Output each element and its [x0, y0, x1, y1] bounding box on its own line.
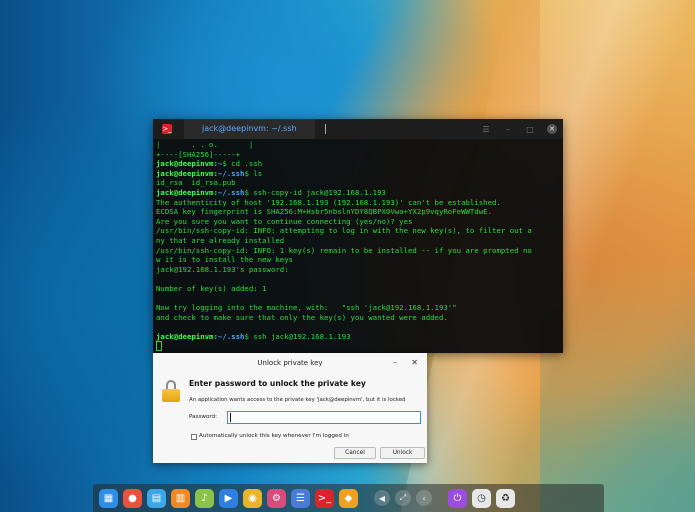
- lock-icon: [162, 380, 180, 402]
- dialog-title-text: Unlock private key: [257, 359, 323, 367]
- prompt-command: $ cd .ssh: [222, 159, 263, 169]
- prompt-path: ~/.ssh: [217, 168, 245, 178]
- prompt-user: jack@deepinvm:: [156, 159, 218, 169]
- terminal-line: jack@deepinvm:~/.ssh$ ls: [156, 169, 560, 179]
- minimize-icon[interactable]: –: [503, 125, 513, 134]
- unlock-key-dialog[interactable]: Unlock private key – ✕ Enter password to…: [153, 353, 427, 463]
- launcher-icon[interactable]: ▦: [99, 488, 118, 508]
- trash-icon[interactable]: ♻: [496, 488, 515, 508]
- security-icon[interactable]: ◆: [339, 488, 358, 508]
- dialog-description: An application wants access to the priva…: [189, 397, 406, 403]
- dialog-close-icon[interactable]: ✕: [411, 353, 418, 373]
- video-player-icon[interactable]: ▶: [219, 488, 238, 508]
- auto-unlock-label[interactable]: Automatically unlock this key whenever I…: [199, 433, 349, 439]
- clock-icon[interactable]: ◷: [472, 488, 491, 508]
- terminal-line: The authenticity of host '192.168.1.193 …: [156, 197, 501, 207]
- unlock-button[interactable]: Unlock: [380, 447, 425, 459]
- text-caret: [230, 413, 231, 422]
- terminal-tab[interactable]: jack@deepinvm: ~/.ssh: [184, 119, 315, 139]
- power-icon[interactable]: ⏻: [448, 488, 467, 508]
- terminal-line: ECDSA key fingerprint is SHA256:M+Hsbr5n…: [156, 207, 493, 217]
- prompt-user: jack@deepinvm:: [156, 187, 218, 197]
- terminal-line: +----[SHA256]-----+: [156, 149, 241, 159]
- prompt-path: ~/.ssh: [217, 187, 245, 197]
- tab-separator: [324, 124, 326, 134]
- terminal-cursor: [156, 341, 162, 352]
- dialog-heading: Enter password to unlock the private key: [189, 379, 366, 388]
- dialog-title: Unlock private key – ✕: [153, 353, 427, 373]
- screen-recorder-icon[interactable]: ●: [123, 488, 142, 508]
- file-manager-icon[interactable]: ▥: [171, 488, 190, 508]
- maximize-icon[interactable]: □: [525, 125, 535, 134]
- prompt-command: $ ls: [244, 168, 263, 178]
- prompt-path: ~/.ssh: [217, 331, 245, 341]
- settings-icon[interactable]: ⚙: [267, 488, 286, 508]
- music-icon[interactable]: ♪: [195, 488, 214, 508]
- terminal-line: id_rsa id_rsa.pub: [156, 178, 236, 188]
- terminal-cursor-line: [156, 341, 560, 352]
- terminal-line: ny that are already installed: [156, 235, 285, 245]
- network-icon[interactable]: ⤢: [395, 490, 411, 506]
- terminal-line: jack@deepinvm:~$ cd .ssh: [156, 159, 560, 169]
- close-icon[interactable]: ✕: [547, 124, 557, 134]
- terminal-line: Are you sure you want to continue connec…: [156, 216, 413, 226]
- terminal-line: w it is to install the new keys: [156, 255, 294, 265]
- terminal-line: /usr/bin/ssh-copy-id: INFO: attempting t…: [156, 226, 532, 236]
- terminal-output[interactable]: | . . o. | +----[SHA256]-----+ jack@deepin…: [153, 139, 563, 352]
- prompt-user: jack@deepinvm:: [156, 168, 218, 178]
- terminal-app-icon: >_: [162, 124, 172, 134]
- terminal-line: Now try logging into the machine, with: …: [156, 303, 457, 313]
- password-label: Password:: [189, 414, 218, 420]
- app-store-icon[interactable]: ▤: [147, 488, 166, 508]
- prompt-user: jack@deepinvm:: [156, 331, 218, 341]
- volume-icon[interactable]: ◀: [374, 490, 390, 506]
- cancel-button[interactable]: Cancel: [334, 447, 376, 459]
- terminal-icon[interactable]: >_: [315, 488, 334, 508]
- collapse-arrow-icon[interactable]: ‹: [416, 490, 432, 506]
- prompt-command: $ ssh jack@192.168.1.193: [244, 331, 351, 341]
- terminal-window[interactable]: >_ jack@deepinvm: ~/.ssh ☰ – □ ✕ | . . o…: [153, 119, 563, 353]
- terminal-line: jack@192.168.1.193's password:: [156, 264, 289, 274]
- window-controls: ☰ – □ ✕: [481, 119, 557, 139]
- prompt-command: $ ssh-copy-id jack@192.168.1.193: [244, 187, 386, 197]
- menu-icon[interactable]: ☰: [481, 125, 491, 134]
- terminal-line: jack@deepinvm:~/.ssh$ ssh jack@192.168.1…: [156, 332, 560, 342]
- dock: ▦ ● ▤ ▥ ♪ ▶ ◉ ⚙ ☰ >_ ◆ ◀ ⤢ ‹ ⏻ ◷ ♻: [93, 484, 604, 512]
- chrome-icon[interactable]: ◉: [243, 488, 262, 508]
- dialog-minimize-icon[interactable]: –: [393, 353, 397, 373]
- terminal-line: | . . o. |: [156, 140, 254, 149]
- text-editor-icon[interactable]: ☰: [291, 488, 310, 508]
- password-input[interactable]: [227, 411, 421, 424]
- terminal-line: /usr/bin/ssh-copy-id: INFO: 1 key(s) rem…: [156, 245, 532, 255]
- terminal-line: jack@deepinvm:~/.ssh$ ssh-copy-id jack@1…: [156, 188, 560, 198]
- terminal-line: Number of key(s) added: 1: [156, 283, 267, 293]
- auto-unlock-checkbox[interactable]: [191, 434, 197, 440]
- terminal-line: and check to make sure that only the key…: [156, 312, 448, 322]
- desktop: >_ jack@deepinvm: ~/.ssh ☰ – □ ✕ | . . o…: [0, 0, 695, 512]
- terminal-titlebar[interactable]: >_ jack@deepinvm: ~/.ssh ☰ – □ ✕: [153, 119, 563, 139]
